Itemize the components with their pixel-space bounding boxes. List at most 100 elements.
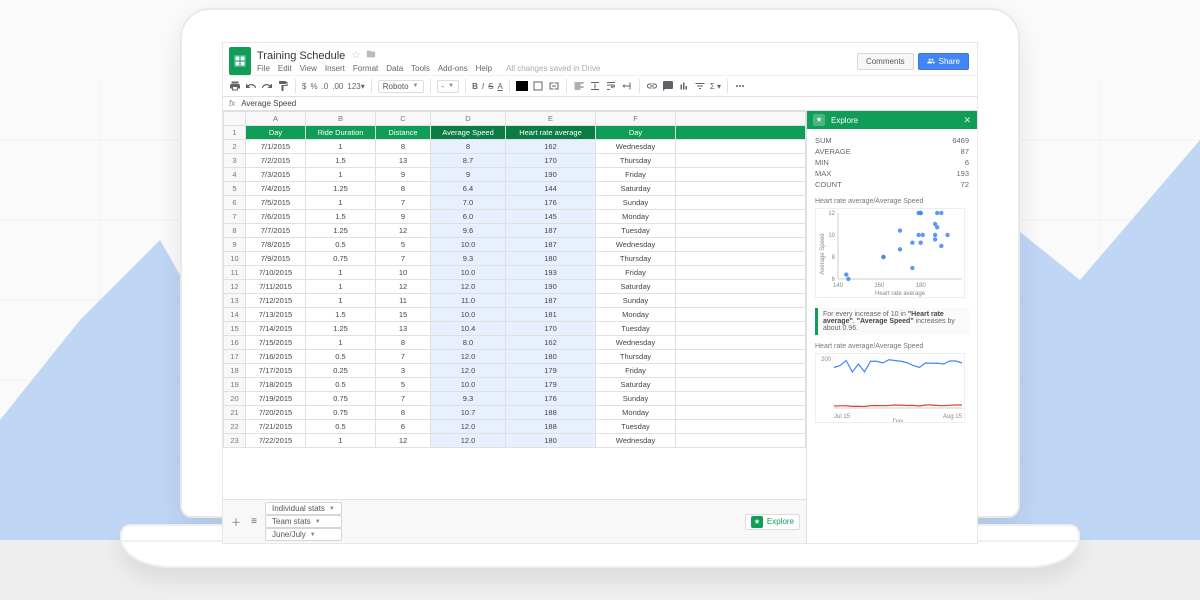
menu-edit[interactable]: Edit [278, 64, 292, 73]
row-header[interactable]: 16 [224, 336, 246, 350]
cell[interactable]: 12.0 [431, 350, 506, 364]
menu-format[interactable]: Format [353, 64, 378, 73]
cell[interactable]: 10 [376, 266, 431, 280]
cell[interactable]: Sunday [596, 294, 676, 308]
cell[interactable]: 1 [306, 294, 376, 308]
cell[interactable]: 7/21/2015 [246, 420, 306, 434]
cell[interactable]: Friday [596, 364, 676, 378]
cell[interactable]: 8 [431, 140, 506, 154]
cell[interactable]: 193 [506, 266, 596, 280]
header-cell[interactable]: Heart rate average [506, 126, 596, 140]
bold-icon[interactable]: B [472, 82, 478, 91]
row-header[interactable]: 14 [224, 308, 246, 322]
cell[interactable]: Thursday [596, 154, 676, 168]
all-sheets-button[interactable]: ≡ [247, 516, 261, 528]
cell[interactable]: Monday [596, 210, 676, 224]
cell[interactable]: 7/17/2015 [246, 364, 306, 378]
document-title[interactable]: Training Schedule [257, 50, 345, 62]
decimal-decrease-icon[interactable]: .0 [322, 82, 329, 91]
cell[interactable]: 8 [376, 182, 431, 196]
cell[interactable]: 0.5 [306, 238, 376, 252]
cell[interactable]: 10.0 [431, 266, 506, 280]
cell[interactable]: Friday [596, 168, 676, 182]
cell[interactable]: 0.75 [306, 406, 376, 420]
cell[interactable]: 8 [376, 336, 431, 350]
cell[interactable]: 7 [376, 392, 431, 406]
cell[interactable]: Monday [596, 308, 676, 322]
cell[interactable]: 145 [506, 210, 596, 224]
row-header[interactable]: 9 [224, 238, 246, 252]
cell[interactable]: 9.3 [431, 392, 506, 406]
cell[interactable]: 162 [506, 140, 596, 154]
row-header[interactable]: 1 [224, 126, 246, 140]
cell[interactable]: 10.4 [431, 322, 506, 336]
row-header[interactable]: 5 [224, 182, 246, 196]
cell[interactable]: 7 [376, 196, 431, 210]
cell[interactable]: 1 [306, 168, 376, 182]
header-cell[interactable]: Day [246, 126, 306, 140]
row-header[interactable]: 11 [224, 266, 246, 280]
cell[interactable]: 7/7/2015 [246, 224, 306, 238]
menu-data[interactable]: Data [386, 64, 403, 73]
cell[interactable]: 181 [506, 308, 596, 322]
comments-button[interactable]: Comments [857, 53, 914, 70]
cell[interactable]: Saturday [596, 378, 676, 392]
cell[interactable]: 0.5 [306, 378, 376, 392]
percent-icon[interactable]: % [310, 82, 317, 91]
cell[interactable]: 12.0 [431, 280, 506, 294]
cell[interactable]: 12 [376, 224, 431, 238]
cell[interactable]: Friday [596, 266, 676, 280]
line-chart-card[interactable]: Heart rate average/Average Speed 200Jul … [815, 343, 969, 425]
cell[interactable]: 0.75 [306, 392, 376, 406]
text-wrap-icon[interactable] [605, 80, 617, 92]
cell[interactable]: 7/8/2015 [246, 238, 306, 252]
text-rotation-icon[interactable] [621, 80, 633, 92]
cell[interactable]: 5 [376, 378, 431, 392]
cell[interactable]: 7 [376, 350, 431, 364]
cell[interactable]: 187 [506, 238, 596, 252]
currency-icon[interactable]: $ [302, 82, 306, 91]
row-header[interactable]: 17 [224, 350, 246, 364]
cell[interactable]: 10.0 [431, 238, 506, 252]
cell[interactable]: 0.5 [306, 420, 376, 434]
merge-cells-icon[interactable] [548, 80, 560, 92]
add-sheet-button[interactable]: ＋ [229, 516, 243, 528]
menu-file[interactable]: File [257, 64, 270, 73]
cell[interactable]: Tuesday [596, 420, 676, 434]
cell[interactable]: 1 [306, 196, 376, 210]
paint-format-icon[interactable] [277, 80, 289, 92]
redo-icon[interactable] [261, 80, 273, 92]
valign-icon[interactable] [589, 80, 601, 92]
cell[interactable]: 0.75 [306, 252, 376, 266]
cell[interactable]: 7/4/2015 [246, 182, 306, 196]
row-header[interactable]: 22 [224, 420, 246, 434]
star-icon[interactable]: ☆ [351, 50, 360, 61]
insert-link-icon[interactable] [646, 80, 658, 92]
cell[interactable]: 7/10/2015 [246, 266, 306, 280]
cell[interactable]: 1 [306, 266, 376, 280]
cell[interactable]: 190 [506, 168, 596, 182]
decimal-increase-icon[interactable]: .00 [332, 82, 343, 91]
cell[interactable]: 179 [506, 378, 596, 392]
cell[interactable]: 12.0 [431, 420, 506, 434]
cell[interactable]: 12 [376, 434, 431, 448]
cell[interactable]: Thursday [596, 252, 676, 266]
cell[interactable]: 187 [506, 224, 596, 238]
cell[interactable]: 6 [376, 420, 431, 434]
cell[interactable]: 1 [306, 434, 376, 448]
menu-view[interactable]: View [300, 64, 317, 73]
column-header-C[interactable]: C [376, 112, 431, 126]
column-header-E[interactable]: E [506, 112, 596, 126]
formula-input[interactable] [241, 99, 971, 108]
cell[interactable]: 7/12/2015 [246, 294, 306, 308]
cell[interactable]: Tuesday [596, 322, 676, 336]
cell[interactable]: 13 [376, 322, 431, 336]
row-header[interactable]: 23 [224, 434, 246, 448]
cell[interactable]: Sunday [596, 196, 676, 210]
cell[interactable]: 1 [306, 140, 376, 154]
cell[interactable]: 7/5/2015 [246, 196, 306, 210]
strikethrough-icon[interactable]: S [488, 82, 493, 91]
cell[interactable]: 11.0 [431, 294, 506, 308]
cell[interactable]: 1 [306, 280, 376, 294]
cell[interactable]: 9 [431, 168, 506, 182]
